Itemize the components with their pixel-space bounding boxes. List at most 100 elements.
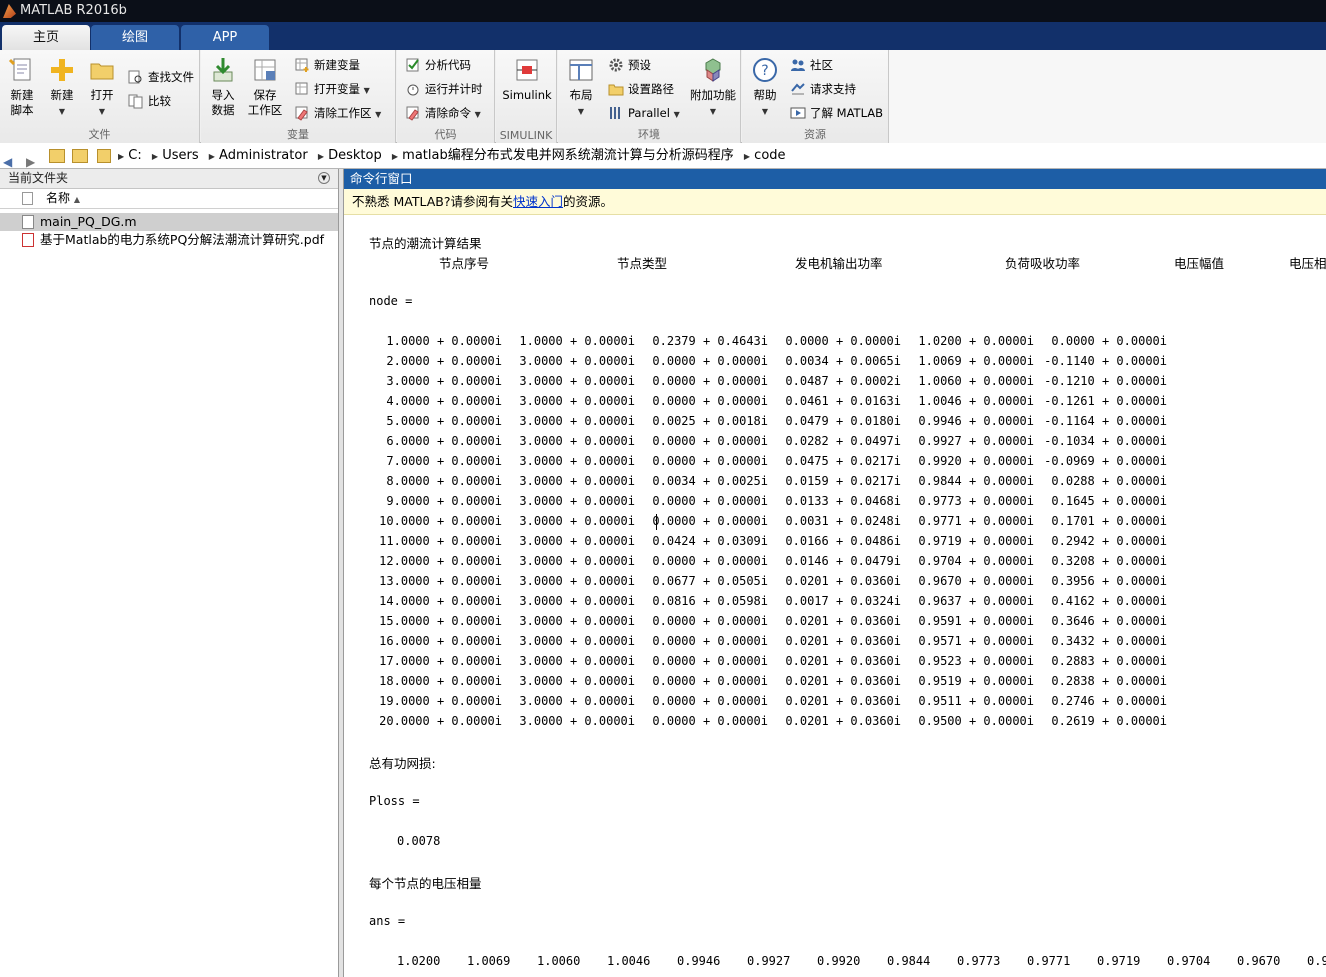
run-and-time-button[interactable]: 运行并计时 xyxy=(405,79,483,99)
breadcrumb-item[interactable]: code xyxy=(754,148,785,163)
preferences-button[interactable]: 预设 xyxy=(608,55,651,75)
set-path-button[interactable]: 设置路径 xyxy=(608,79,674,99)
ribbon: 新建脚本 新建▼ 打开▼ 查找文件 比较 文件 导入数据 保存工作区 xyxy=(0,50,1326,143)
up-folder-icon[interactable] xyxy=(49,149,65,163)
analyze-code-button[interactable]: 分析代码 xyxy=(405,55,471,75)
matrix-cell: 0.0816 + 0.0598i xyxy=(652,594,768,608)
matrix-cell: 0.9719 + 0.0000i xyxy=(918,534,1034,548)
matrix-cell: 3.0000 + 0.0000i xyxy=(519,454,635,468)
breadcrumb-item[interactable]: matlab编程分布式发电并网系统潮流计算与分析源码程序 xyxy=(402,148,734,163)
pdf-file-icon xyxy=(22,233,34,247)
tab-apps[interactable]: APP xyxy=(181,25,269,50)
open-variable-button[interactable]: 打开变量 ▼ xyxy=(294,79,370,99)
matrix-cell: 0.9704 + 0.0000i xyxy=(918,554,1034,568)
col-header: 发电机输出功率 xyxy=(795,256,883,271)
help-button[interactable]: ? 帮助 ▼ xyxy=(744,56,786,119)
panel-menu-icon[interactable]: ▼ xyxy=(318,172,330,184)
chevron-down-icon: ▼ xyxy=(363,86,370,95)
file-item[interactable]: main_PQ_DG.m xyxy=(0,213,338,231)
matrix-cell: 0.0000 + 0.0000i xyxy=(652,714,768,728)
matrix-cell: 0.0201 + 0.0360i xyxy=(785,694,901,708)
matrix-cell: 3.0000 + 0.0000i xyxy=(519,414,635,428)
file-group-label: 文件 xyxy=(88,128,111,141)
matrix-cell: 0.0000 + 0.0000i xyxy=(652,514,768,528)
matrix-cell: 3.0000 + 0.0000i xyxy=(519,554,635,568)
ans-value: 0.9719 xyxy=(1097,954,1141,968)
matrix-cell: 0.3208 + 0.0000i xyxy=(1044,554,1167,568)
matrix-cell: 0.9519 + 0.0000i xyxy=(918,674,1034,688)
matrix-cell: 0.0000 + 0.0000i xyxy=(652,554,768,568)
file-item[interactable]: 基于Matlab的电力系统PQ分解法潮流计算研究.pdf xyxy=(0,231,338,249)
breadcrumb-item[interactable]: Desktop xyxy=(328,148,382,163)
current-folder-title-bar: 当前文件夹 ▼ xyxy=(0,169,338,189)
chevron-down-icon: ▼ xyxy=(58,107,66,116)
matrix-cell: 0.2746 + 0.0000i xyxy=(1044,694,1167,708)
breadcrumb-separator-icon: ▶ xyxy=(391,152,399,161)
root-folder-icon xyxy=(97,149,111,163)
matrix-cell: 0.9591 + 0.0000i xyxy=(918,614,1034,628)
matrix-cell: 17.0000 + 0.0000i xyxy=(379,654,502,668)
breadcrumb-item[interactable]: Administrator xyxy=(219,148,308,163)
matrix-cell: 3.0000 + 0.0000i xyxy=(519,654,635,668)
matrix-cell: 0.0487 + 0.0002i xyxy=(785,374,901,388)
new-variable-button[interactable]: 新建变量 xyxy=(294,55,360,75)
matrix-cell: 0.0000 + 0.0000i xyxy=(652,454,768,468)
breadcrumb-separator-icon: ▶ xyxy=(208,152,215,161)
matrix-cell: 0.4162 + 0.0000i xyxy=(1044,594,1167,608)
matrix-cell: 19.0000 + 0.0000i xyxy=(379,694,502,708)
parallel-button[interactable]: Parallel ▼ xyxy=(608,103,680,123)
matrix-cell: 0.0031 + 0.0248i xyxy=(785,514,901,528)
matrix-cell: 16.0000 + 0.0000i xyxy=(379,634,502,648)
matrix-cell: 0.0159 + 0.0217i xyxy=(785,474,901,488)
breadcrumb-item[interactable]: Users xyxy=(162,148,198,163)
matrix-cell: 0.0201 + 0.0360i xyxy=(785,634,901,648)
matrix-cell: 1.0200 + 0.0000i xyxy=(918,334,1034,348)
matrix-cell: 13.0000 + 0.0000i xyxy=(379,574,502,588)
compare-button[interactable]: 比较 xyxy=(128,91,171,111)
community-button[interactable]: 社区 xyxy=(790,55,833,75)
new-script-button[interactable]: 新建 脚本 xyxy=(1,56,43,118)
tab-home[interactable]: 主页 xyxy=(2,25,90,50)
matrix-cell: 0.1701 + 0.0000i xyxy=(1044,514,1167,528)
matrix-cell: 1.0046 + 0.0000i xyxy=(918,394,1034,408)
request-support-button[interactable]: 请求支持 xyxy=(790,79,856,99)
layout-button[interactable]: 布局 ▼ xyxy=(560,56,602,119)
find-files-button[interactable]: 查找文件 xyxy=(128,67,194,87)
tab-plots[interactable]: 绘图 xyxy=(91,25,179,50)
matrix-cell: 0.0201 + 0.0360i xyxy=(785,574,901,588)
col-header: 节点序号 xyxy=(439,256,490,271)
col-header: 节点类型 xyxy=(617,256,668,271)
save-workspace-button[interactable]: 保存 工作区 xyxy=(244,56,286,118)
simulink-button[interactable]: Simulink xyxy=(499,56,555,103)
open-button[interactable]: 打开 ▼ xyxy=(81,56,123,119)
m-file-icon xyxy=(22,215,34,229)
breadcrumb-item[interactable]: C: xyxy=(128,148,141,163)
new-button[interactable]: 新建 ▼ xyxy=(41,56,83,119)
ribbon-empty-area xyxy=(889,50,1326,143)
matrix-cell: 0.2619 + 0.0000i xyxy=(1044,714,1167,728)
add-ons-button[interactable]: 附加功能 ▼ xyxy=(688,56,738,119)
matrix-cell: 0.0133 + 0.0468i xyxy=(785,494,901,508)
chevron-down-icon: ▼ xyxy=(709,107,717,116)
name-column-header[interactable]: 名称 ▲ xyxy=(0,189,338,209)
import-data-button[interactable]: 导入 数据 xyxy=(202,56,244,118)
matrix-cell: 3.0000 + 0.0000i xyxy=(519,434,635,448)
clear-commands-button[interactable]: 清除命令 ▼ xyxy=(405,103,481,123)
clear-workspace-button[interactable]: 清除工作区 ▼ xyxy=(294,103,381,123)
matrix-cell: 0.3646 + 0.0000i xyxy=(1044,614,1167,628)
matrix-cell: 0.0479 + 0.0180i xyxy=(785,414,901,428)
chevron-down-icon: ▼ xyxy=(673,110,680,119)
sort-ascending-icon: ▲ xyxy=(73,195,80,204)
matrix-cell: 0.0000 + 0.0000i xyxy=(785,334,901,348)
matrix-cell: 0.9771 + 0.0000i xyxy=(918,514,1034,528)
find-files-icon xyxy=(128,70,142,84)
matrix-cell: 0.9844 + 0.0000i xyxy=(918,474,1034,488)
matrix-cell: -0.1140 + 0.0000i xyxy=(1044,354,1167,368)
open-variable-icon xyxy=(295,82,308,95)
command-window[interactable]: 命令行窗口 不熟悉 MATLAB?请参阅有关快速入门的资源。 节点的潮流计算结果… xyxy=(344,169,1326,977)
browse-folder-icon[interactable] xyxy=(72,149,88,163)
matrix-cell: -0.1261 + 0.0000i xyxy=(1044,394,1167,408)
matrix-cell: 3.0000 + 0.0000i xyxy=(519,354,635,368)
matrix-cell: 3.0000 + 0.0000i xyxy=(519,674,635,688)
learn-matlab-button[interactable]: 了解 MATLAB xyxy=(790,103,883,123)
